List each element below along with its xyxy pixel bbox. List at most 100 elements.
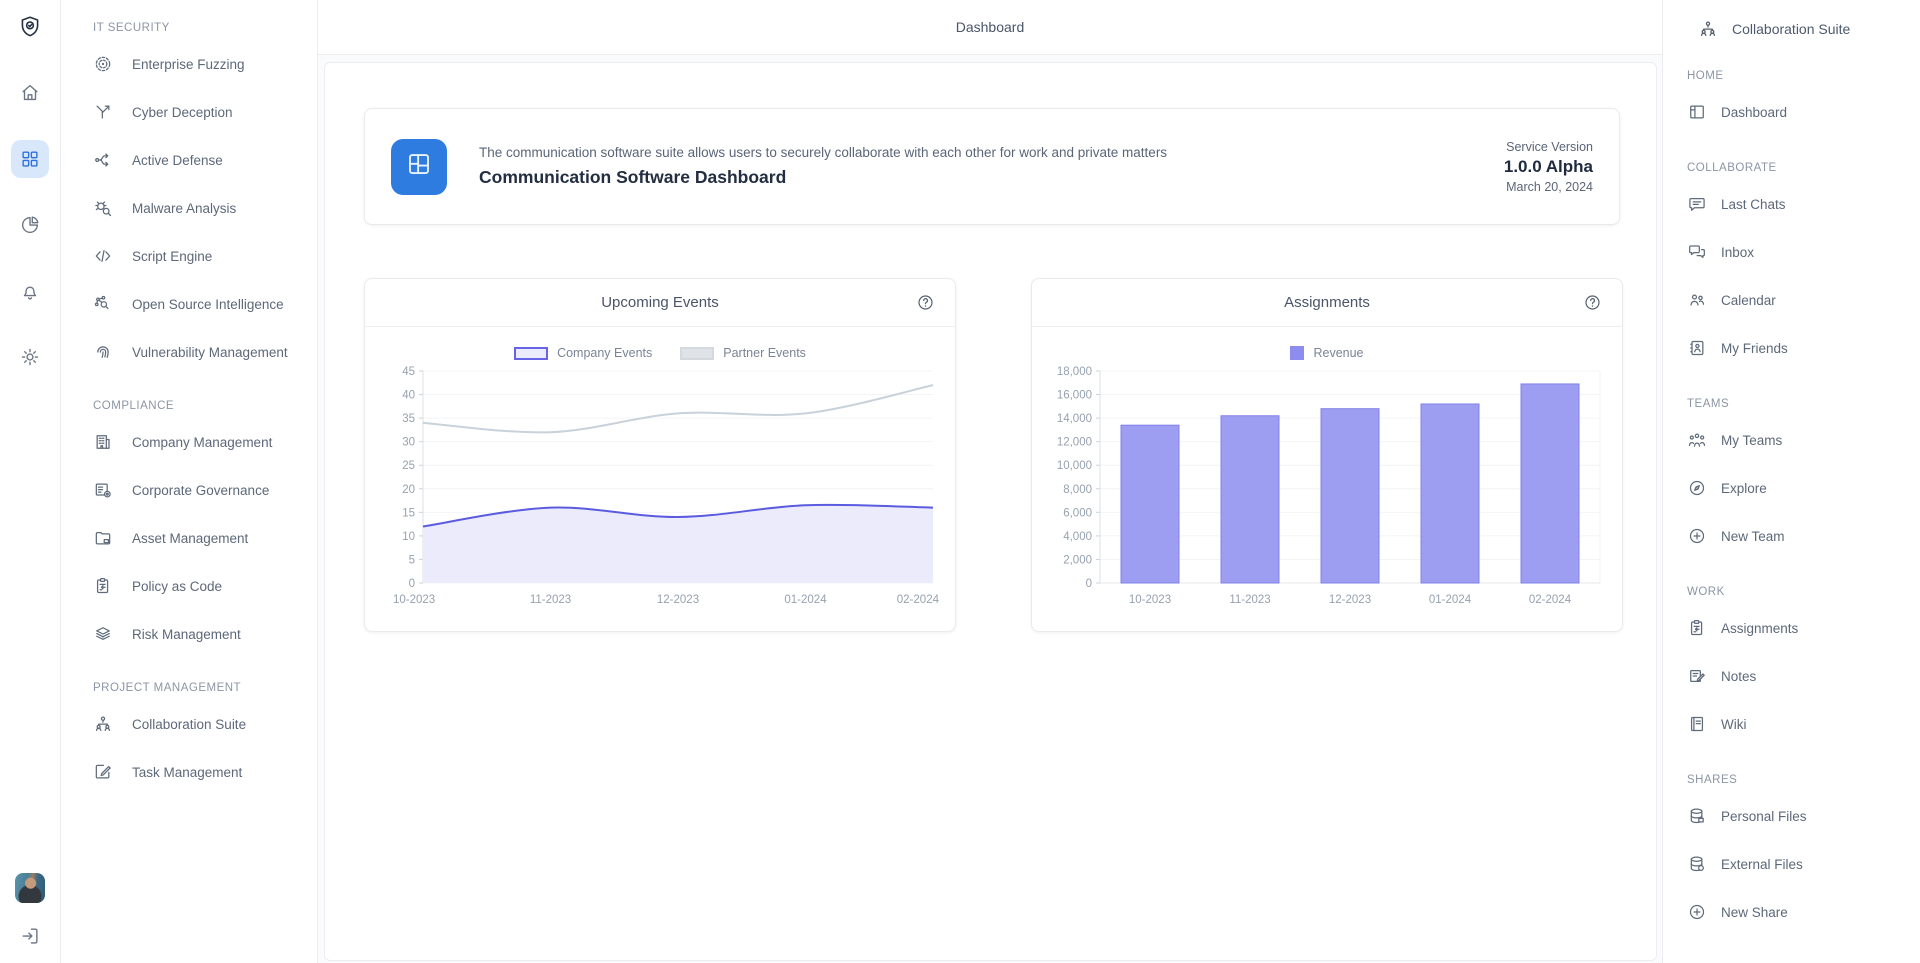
svg-text:20: 20 xyxy=(402,484,415,496)
sidebar-item-explore[interactable]: Explore xyxy=(1663,464,1920,512)
rail-item-home[interactable] xyxy=(11,74,49,112)
sidebar-item-wiki[interactable]: Wiki xyxy=(1663,700,1920,748)
service-version-label: Service Version xyxy=(1504,140,1593,154)
right-sidebar: Collaboration Suite HOME Dashboard COLLA… xyxy=(1662,0,1920,963)
sidebar-item-label: New Team xyxy=(1721,529,1785,544)
svg-text:40: 40 xyxy=(402,390,415,402)
sidebar-item-active-defense[interactable]: Active Defense xyxy=(61,136,317,184)
legend-item[interactable]: Company Events xyxy=(514,346,652,360)
sidebar-item-dashboard[interactable]: Dashboard xyxy=(1663,88,1920,136)
upcoming-events-card: Upcoming Events Company EventsPartner Ev… xyxy=(364,278,956,632)
section-header-shares: SHARES xyxy=(1663,774,1920,786)
home-icon xyxy=(19,82,41,104)
rail-item-notifications[interactable] xyxy=(11,272,49,310)
sidebar-item-company-management[interactable]: Company Management xyxy=(61,418,317,466)
list-gear-icon xyxy=(93,480,113,500)
sidebar-item-new-share[interactable]: New Share xyxy=(1663,888,1920,936)
legend-label: Partner Events xyxy=(723,346,806,360)
svg-text:10,000: 10,000 xyxy=(1057,460,1092,472)
app-tile-icon xyxy=(391,139,447,195)
svg-text:0: 0 xyxy=(409,578,415,590)
svg-text:11-2023: 11-2023 xyxy=(530,594,571,606)
rail-item-apps[interactable] xyxy=(11,140,49,178)
sidebar-item-label: My Friends xyxy=(1721,341,1788,356)
avatar[interactable] xyxy=(15,873,45,903)
legend-label: Company Events xyxy=(557,346,652,360)
logout-button[interactable] xyxy=(15,921,45,951)
pie-chart-icon xyxy=(19,214,41,236)
right-sidebar-title: Collaboration Suite xyxy=(1732,21,1850,37)
legend-item[interactable]: Partner Events xyxy=(680,346,806,360)
sidebar-item-label: Assignments xyxy=(1721,621,1798,636)
sidebar-item-open-source-intelligence[interactable]: Open Source Intelligence xyxy=(61,280,317,328)
dashboard-tile-icon xyxy=(404,149,434,184)
section-header-project-management: PROJECT MANAGEMENT xyxy=(61,682,317,694)
sidebar-item-corporate-governance[interactable]: Corporate Governance xyxy=(61,466,317,514)
sidebar-item-last-chats[interactable]: Last Chats xyxy=(1663,180,1920,228)
sidebar-item-task-management[interactable]: Task Management xyxy=(61,748,317,796)
people-group-icon xyxy=(1687,430,1707,450)
sidebar-item-assignments[interactable]: Assignments xyxy=(1663,604,1920,652)
rail-nav xyxy=(11,74,49,376)
plus-circle-icon xyxy=(1687,526,1707,546)
sidebar-item-collaboration-suite[interactable]: Collaboration Suite xyxy=(61,700,317,748)
chart-legend: Revenue xyxy=(1048,343,1606,363)
help-icon[interactable] xyxy=(916,293,935,312)
help-icon[interactable] xyxy=(1583,293,1602,312)
database-alt-icon xyxy=(1687,854,1707,874)
svg-text:10-2023: 10-2023 xyxy=(1129,594,1171,606)
sidebar-item-my-teams[interactable]: My Teams xyxy=(1663,416,1920,464)
rail-item-settings[interactable] xyxy=(11,338,49,376)
sidebar-item-cyber-deception[interactable]: Cyber Deception xyxy=(61,88,317,136)
sidebar-item-my-friends[interactable]: My Friends xyxy=(1663,324,1920,372)
assignments-card: Assignments Revenue 02,0004,0006,0008,00… xyxy=(1031,278,1623,632)
svg-text:2,000: 2,000 xyxy=(1063,554,1092,566)
svg-text:30: 30 xyxy=(402,437,415,449)
sidebar-item-label: New Share xyxy=(1721,905,1788,920)
sidebar-item-external-files[interactable]: External Files xyxy=(1663,840,1920,888)
sidebar-item-inbox[interactable]: Inbox xyxy=(1663,228,1920,276)
content-panel: The communication software suite allows … xyxy=(324,62,1657,961)
compass-icon xyxy=(1687,478,1707,498)
sidebar-item-label: Dashboard xyxy=(1721,105,1787,120)
sidebar-item-risk-management[interactable]: Risk Management xyxy=(61,610,317,658)
chart-title: Assignments xyxy=(1284,294,1370,311)
svg-text:6,000: 6,000 xyxy=(1063,507,1092,519)
rail-item-analytics[interactable] xyxy=(11,206,49,244)
legend-item[interactable]: Revenue xyxy=(1290,346,1363,360)
sidebar-item-vulnerability-management[interactable]: Vulnerability Management xyxy=(61,328,317,376)
org-people-icon xyxy=(93,714,113,734)
section-header-home: HOME xyxy=(1663,70,1920,82)
sidebar-item-label: External Files xyxy=(1721,857,1803,872)
sidebar-item-personal-files[interactable]: Personal Files xyxy=(1663,792,1920,840)
sidebar-item-label: My Teams xyxy=(1721,433,1782,448)
right-sidebar-header: Collaboration Suite xyxy=(1663,14,1920,44)
header-card-meta: The communication software suite allows … xyxy=(479,145,1167,188)
svg-text:35: 35 xyxy=(402,413,415,425)
layers-icon xyxy=(93,624,113,644)
sidebar-item-notes[interactable]: Notes xyxy=(1663,652,1920,700)
plus-circle-icon xyxy=(1687,902,1707,922)
bell-icon xyxy=(19,280,41,302)
page-title: Dashboard xyxy=(956,19,1025,35)
branch-icon xyxy=(93,102,113,122)
service-version-block: Service Version 1.0.0 Alpha March 20, 20… xyxy=(1504,140,1593,194)
assignments-chart[interactable]: 02,0004,0006,0008,00010,00012,00014,0001… xyxy=(1048,365,1608,613)
sidebar-item-policy-as-code[interactable]: Policy as Code xyxy=(61,562,317,610)
main-content: The communication software suite allows … xyxy=(318,55,1662,963)
svg-text:8,000: 8,000 xyxy=(1063,484,1092,496)
svg-text:02-2024: 02-2024 xyxy=(1529,594,1572,606)
sidebar-item-calendar[interactable]: Calendar xyxy=(1663,276,1920,324)
sidebar-item-label: Inbox xyxy=(1721,245,1754,260)
building-icon xyxy=(93,432,113,452)
sidebar-item-enterprise-fuzzing[interactable]: Enterprise Fuzzing xyxy=(61,40,317,88)
sidebar-item-malware-analysis[interactable]: Malware Analysis xyxy=(61,184,317,232)
sidebar-item-new-team[interactable]: New Team xyxy=(1663,512,1920,560)
sidebar-item-asset-management[interactable]: Asset Management xyxy=(61,514,317,562)
sidebar-item-label: Risk Management xyxy=(132,627,241,642)
legend-label: Revenue xyxy=(1313,346,1363,360)
upcoming-events-chart[interactable]: 05101520253035404510-202311-202312-20230… xyxy=(381,365,941,613)
chat-icon xyxy=(1687,194,1707,214)
svg-text:12-2023: 12-2023 xyxy=(1329,594,1371,606)
sidebar-item-script-engine[interactable]: Script Engine xyxy=(61,232,317,280)
